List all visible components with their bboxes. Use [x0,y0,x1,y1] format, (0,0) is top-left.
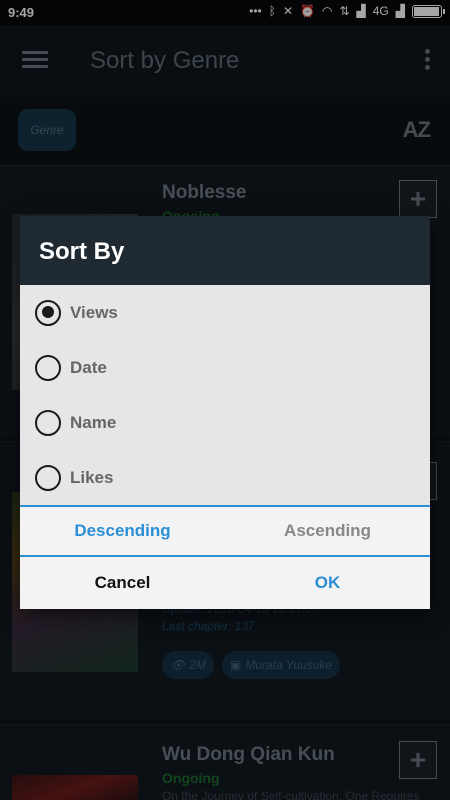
sort-dialog: Sort By Views Date Name Likes Descending… [20,216,430,609]
option-label: Likes [70,467,114,487]
dialog-header: Sort By [20,216,430,285]
radio-likes[interactable] [35,464,61,491]
ok-button[interactable]: OK [225,557,430,609]
option-label: Views [70,302,118,322]
radio-date[interactable] [35,354,61,381]
ascending-button[interactable]: Ascending [225,507,430,555]
sort-options: Views Date Name Likes [20,285,430,505]
cancel-button[interactable]: Cancel [20,557,225,609]
option-views[interactable]: Views [20,285,430,340]
option-label: Date [70,357,107,377]
option-name[interactable]: Name [20,395,430,450]
radio-name[interactable] [35,409,61,436]
option-label: Name [70,412,117,432]
dialog-actions: Cancel OK [20,557,430,609]
dialog-title: Sort By [39,238,125,265]
radio-views[interactable] [35,299,61,326]
descending-button[interactable]: Descending [20,507,225,555]
sort-order-row: Descending Ascending [20,505,430,557]
option-date[interactable]: Date [20,340,430,395]
option-likes[interactable]: Likes [20,450,430,505]
